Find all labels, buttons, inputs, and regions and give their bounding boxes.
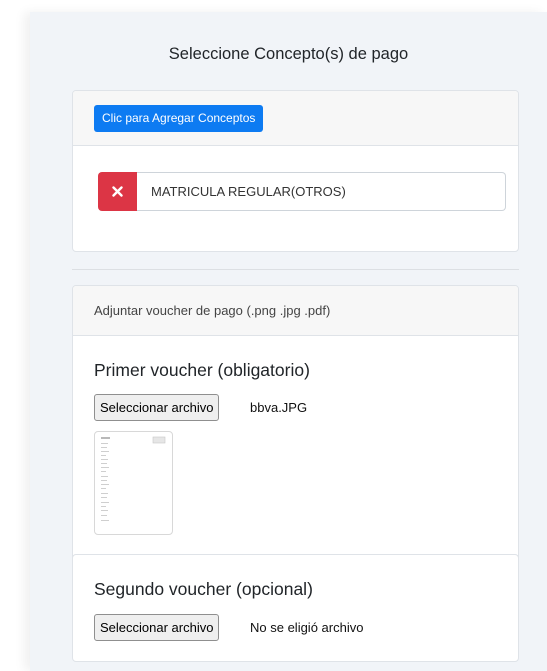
concept-row: MATRICULA REGULAR(OTROS) [98, 172, 508, 211]
left-margin [0, 0, 14, 671]
first-voucher-file-button[interactable]: Seleccionar archivo [94, 394, 220, 421]
first-voucher-file-name: bbva.JPG [250, 400, 308, 415]
concepts-card: Clic para Agregar Conceptos MATRICULA RE… [72, 90, 519, 252]
concept-field[interactable]: MATRICULA REGULAR(OTROS) [137, 172, 506, 211]
second-voucher-card: Segundo voucher (opcional) Seleccionar a… [72, 554, 519, 662]
voucher-card: Adjuntar voucher de pago (.png .jpg .pdf… [72, 285, 519, 566]
concepts-card-header: Clic para Agregar Conceptos [73, 91, 518, 146]
panel-title: Seleccione Concepto(s) de pago [168, 45, 409, 63]
x-icon [112, 186, 123, 197]
remove-concept-button[interactable] [98, 172, 137, 211]
payment-panel: Seleccione Concepto(s) de pago Clic para… [30, 12, 547, 671]
second-voucher-title: Segundo voucher (opcional) [94, 579, 313, 599]
document-preview-icon [101, 436, 166, 521]
add-concepts-button[interactable]: Clic para Agregar Conceptos [94, 105, 264, 132]
first-voucher-title: Primer voucher (obligatorio) [94, 360, 310, 380]
divider [72, 269, 519, 270]
voucher-card-header: Adjuntar voucher de pago (.png .jpg .pdf… [73, 286, 518, 336]
voucher-preview-thumbnail[interactable] [94, 431, 173, 535]
second-voucher-file-name: No se eligió archivo [250, 620, 364, 635]
second-voucher-file-button[interactable]: Seleccionar archivo [94, 614, 220, 641]
